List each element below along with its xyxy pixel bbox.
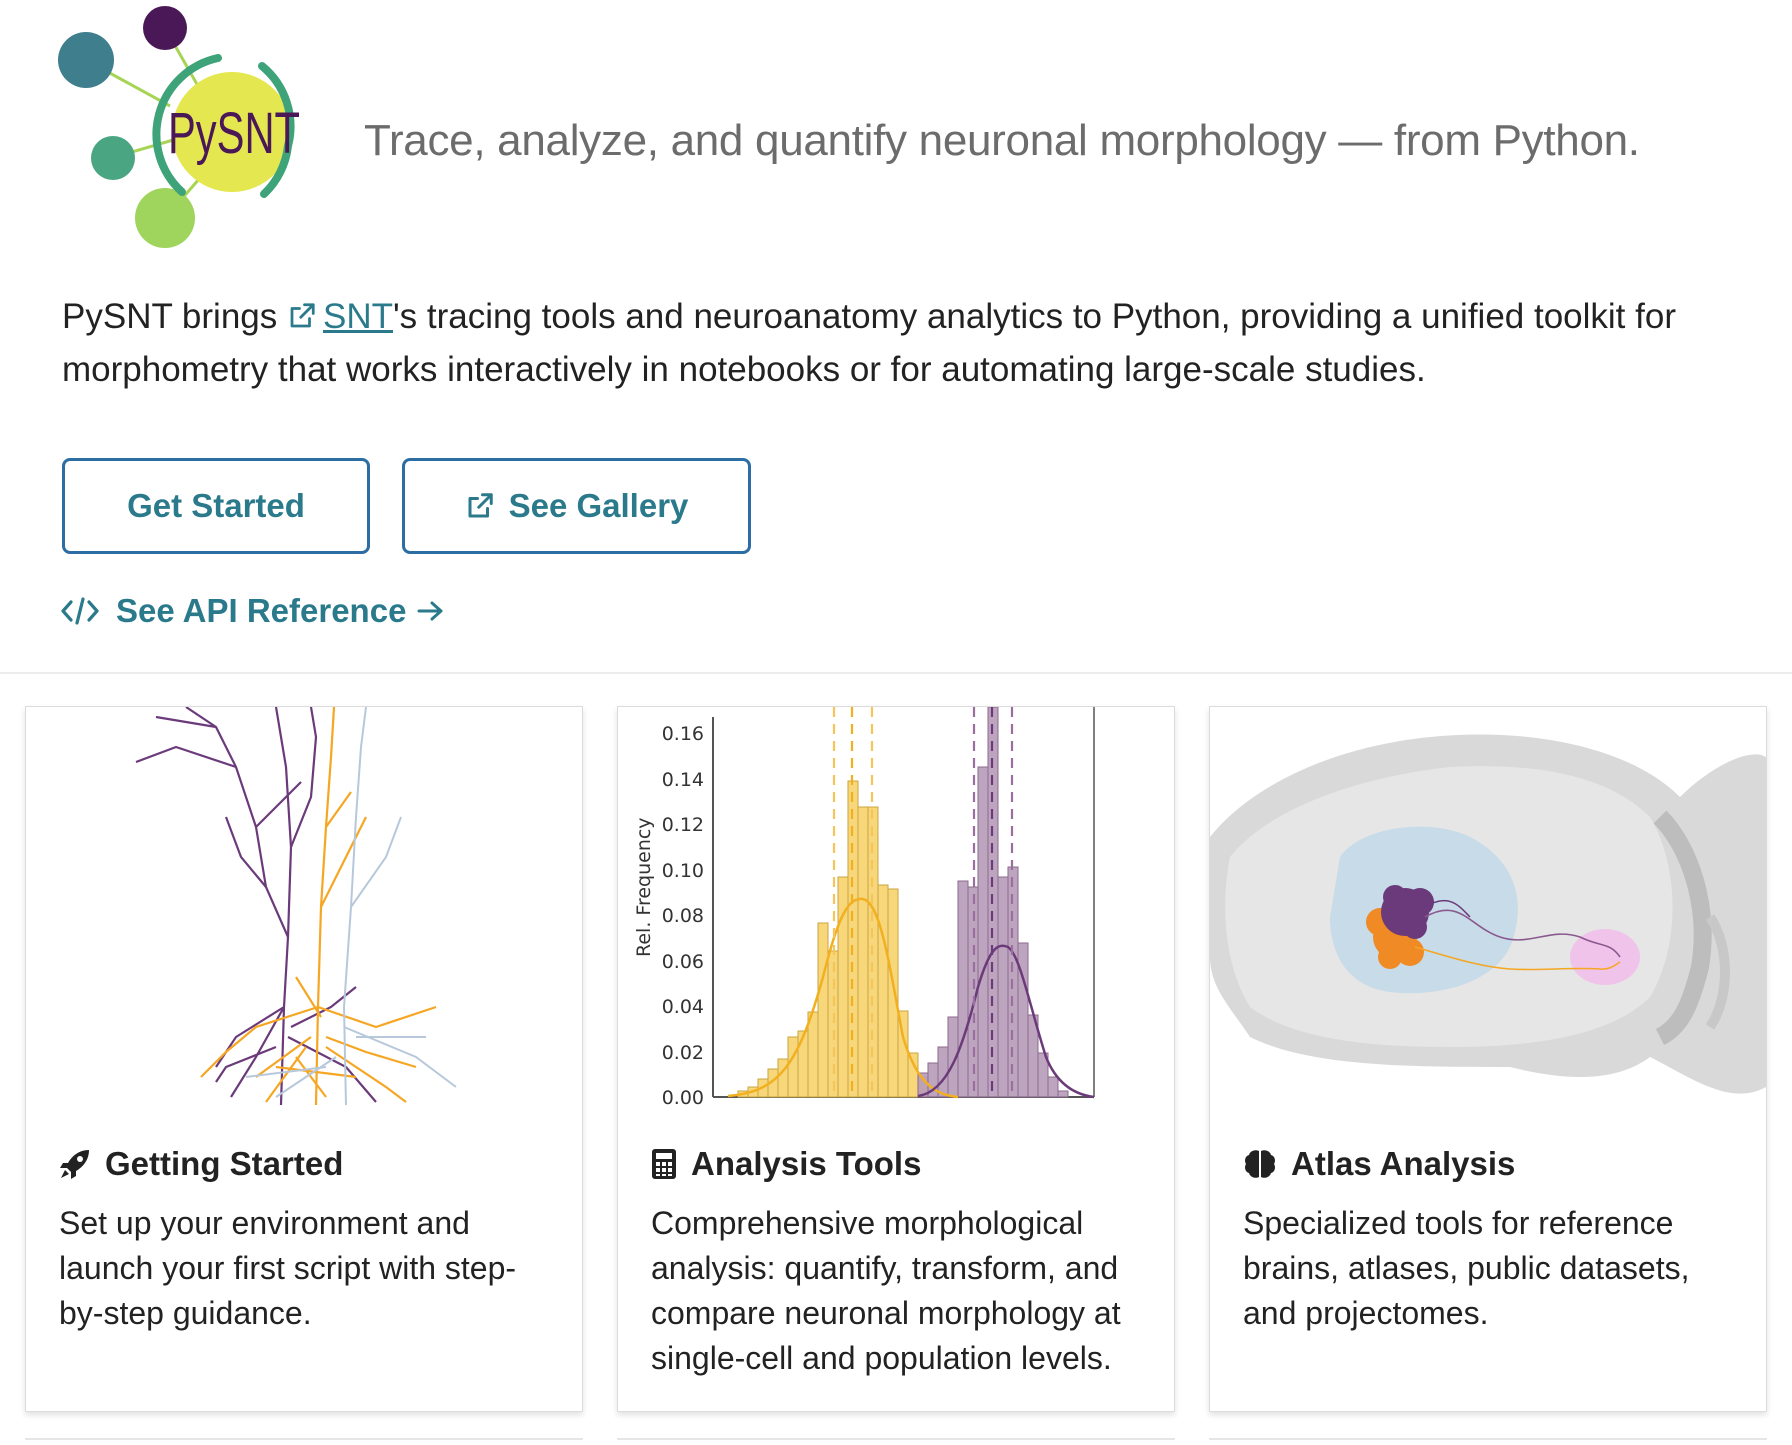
get-started-button[interactable]: Get Started	[62, 458, 370, 554]
card-title-text: Analysis Tools	[691, 1145, 922, 1182]
see-gallery-button[interactable]: See Gallery	[402, 458, 751, 554]
ylabel: Rel. Frequency	[633, 817, 655, 957]
intro-prefix: PySNT brings	[62, 297, 287, 336]
ytick-label: 0.02	[662, 1042, 704, 1064]
ytick-label: 0.00	[662, 1087, 704, 1105]
card-description: Set up your environment and launch your …	[59, 1205, 517, 1331]
external-link-icon	[468, 493, 493, 518]
next-row-edge	[617, 1438, 1175, 1440]
rocket-icon	[60, 1150, 89, 1179]
get-started-label: Get Started	[127, 487, 305, 524]
brain-atlas-illustration	[1210, 707, 1766, 1105]
intro-paragraph: PySNT brings SNT's tracing tools and neu…	[62, 290, 1762, 396]
svg-text:PySNT: PySNT	[168, 101, 300, 166]
ytick-label: 0.12	[662, 814, 704, 836]
see-gallery-label: See Gallery	[508, 487, 689, 524]
ytick-label: 0.06	[662, 951, 704, 973]
snt-link-text[interactable]: SNT	[323, 297, 393, 336]
card-title-text: Getting Started	[105, 1145, 344, 1182]
ytick-label: 0.08	[662, 905, 704, 927]
next-row-edge	[25, 1438, 583, 1440]
card-title-analysis-tools[interactable]: Analysis Tools	[651, 1145, 921, 1183]
card-analysis-tools[interactable]: 0.16 0.14 0.12 0.10 0.08 0.06 0.04 0.02 …	[617, 706, 1175, 1412]
calculator-icon	[652, 1149, 676, 1179]
card-description: Comprehensive morphological analysis: qu…	[651, 1205, 1121, 1376]
ytick-label: 0.04	[662, 996, 704, 1018]
ytick-label: 0.16	[662, 723, 704, 745]
external-link-icon	[290, 303, 315, 328]
api-reference-label: See API Reference	[116, 592, 407, 629]
pysnt-logo: PySNT	[58, 6, 300, 248]
ytick-label: 0.14	[662, 769, 704, 791]
card-title-getting-started[interactable]: Getting Started	[59, 1145, 343, 1183]
card-atlas-analysis[interactable]: Atlas Analysis Specialized tools for ref…	[1209, 706, 1767, 1412]
card-description: Specialized tools for reference brains, …	[1243, 1205, 1690, 1331]
card-title-text: Atlas Analysis	[1291, 1145, 1516, 1182]
next-row-edge	[1209, 1438, 1767, 1440]
histogram-illustration: 0.16 0.14 0.12 0.10 0.08 0.06 0.04 0.02 …	[633, 707, 1095, 1105]
brain-icon	[1245, 1150, 1275, 1178]
code-icon	[61, 597, 99, 625]
snt-link[interactable]: SNT	[287, 297, 393, 336]
arrow-right-icon	[417, 601, 443, 621]
ytick-label: 0.10	[662, 860, 704, 882]
tagline: Trace, analyze, and quantify neuronal mo…	[364, 116, 1640, 165]
api-reference-link[interactable]: See API Reference	[60, 592, 446, 630]
card-getting-started[interactable]: Getting Started Set up your environment …	[25, 706, 583, 1412]
hero-section: PySNT Trace, analyze, and quantify neuro…	[0, 0, 1792, 672]
neuron-morphology-illustration	[135, 707, 457, 1105]
card-title-atlas-analysis[interactable]: Atlas Analysis	[1243, 1145, 1515, 1183]
section-divider	[0, 672, 1792, 674]
